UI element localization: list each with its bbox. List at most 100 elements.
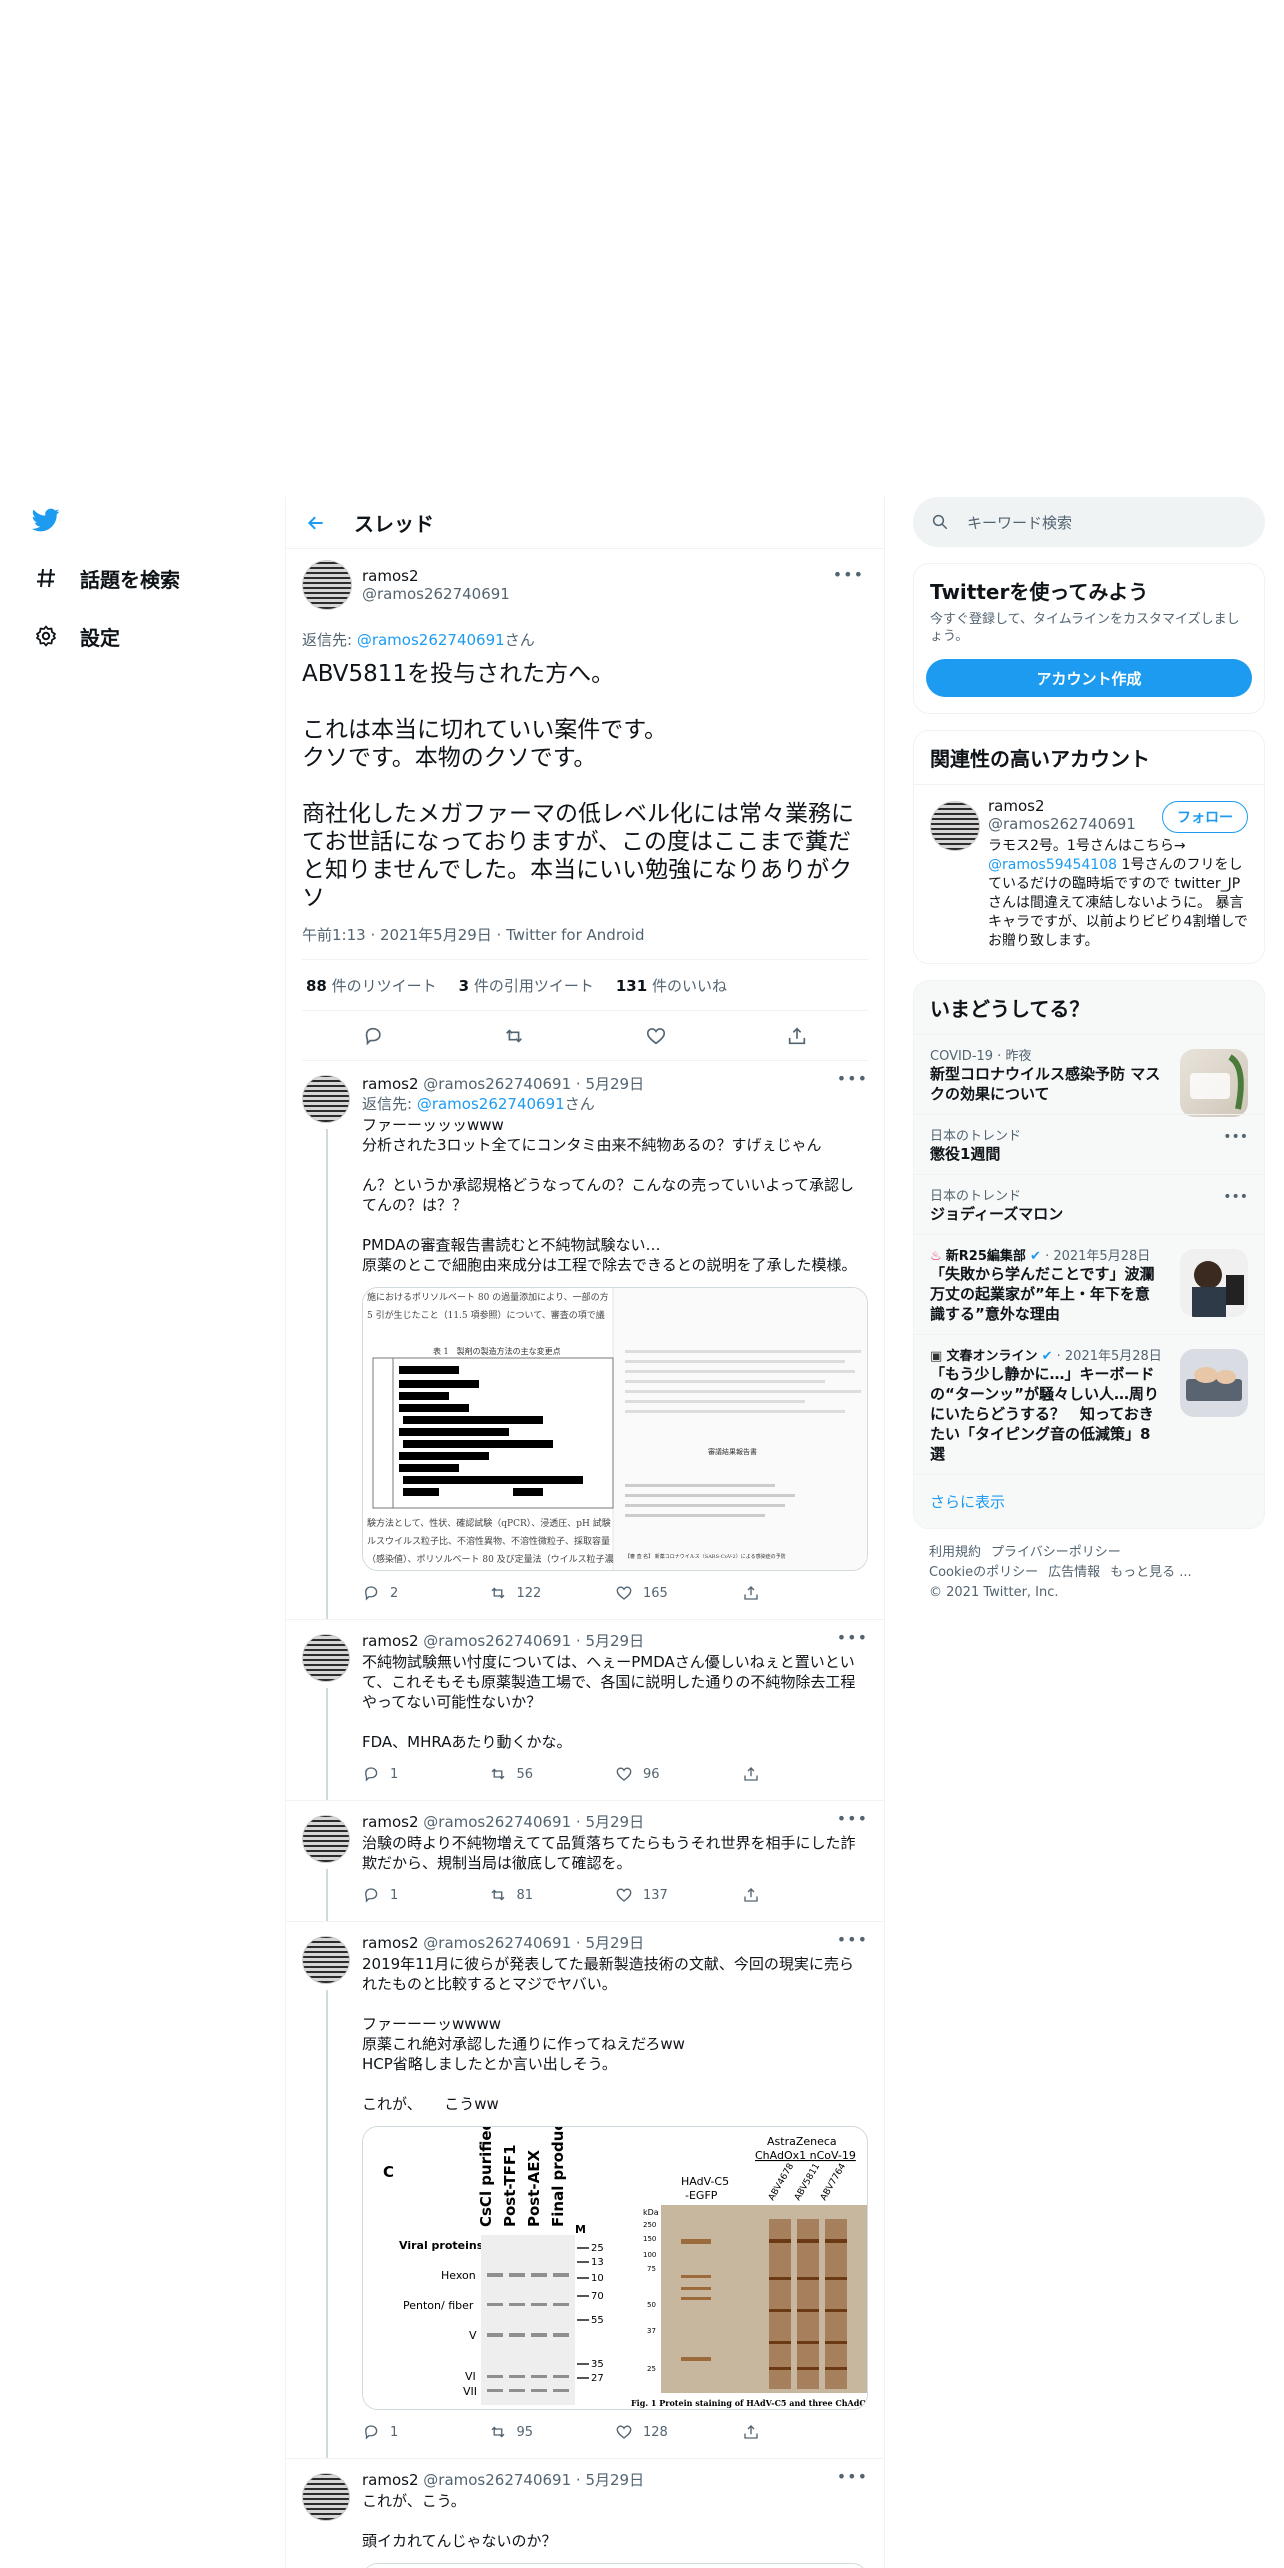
- tweet-actions: 2 122 165: [362, 1575, 868, 1611]
- gel-row-label: VII: [463, 2385, 477, 2398]
- more-options-icon[interactable]: •••: [837, 1930, 868, 1949]
- retweet-button[interactable]: 122: [489, 1584, 616, 1602]
- reply-button[interactable]: 2: [362, 1584, 489, 1602]
- mw-label: M: [575, 2223, 586, 2236]
- news-image: [1192, 1261, 1244, 1317]
- tweet-image[interactable]: [362, 2563, 868, 2568]
- tweet-image-document[interactable]: 施におけるポリソルベート 80 の過量添加により、一部の方 5 引が生じたこと（…: [362, 1287, 868, 1571]
- nav-explore[interactable]: 話題を検索: [34, 558, 180, 598]
- author-name[interactable]: ramos2: [362, 2471, 419, 2489]
- news-date: · 2021年5月28日: [1040, 1249, 1151, 1264]
- bio-mention-link[interactable]: @ramos59454108: [988, 857, 1117, 873]
- quote-count[interactable]: 3 件の引用ツイート: [459, 975, 594, 996]
- nav-settings[interactable]: 設定: [34, 616, 120, 656]
- reply-button[interactable]: 1: [362, 1765, 489, 1783]
- share-icon[interactable]: [786, 1025, 808, 1047]
- like-button[interactable]: 137: [615, 1886, 742, 1904]
- more-options-icon[interactable]: •••: [837, 2467, 868, 2486]
- trend-title: 新型コロナウイルス感染予防 マスクの効果について: [930, 1065, 1161, 1103]
- related-account[interactable]: ramos2 @ramos262740691 フォロー ラモス2号。1号さんはこ…: [914, 785, 1264, 963]
- verified-icon: ✔: [1030, 1249, 1041, 1264]
- follow-button[interactable]: フォロー: [1162, 801, 1248, 833]
- reply-button[interactable]: 1: [362, 2423, 489, 2441]
- doc-right-title: 審議結果報告書: [708, 1447, 757, 1456]
- avatar[interactable]: [302, 1634, 350, 1682]
- news-thumbnail: [1180, 1349, 1248, 1417]
- tweet-meta[interactable]: @ramos262740691 · 5月29日: [419, 1075, 644, 1093]
- tweet-meta[interactable]: @ramos262740691 · 5月29日: [419, 1813, 644, 1831]
- reply-tweet[interactable]: ••• ramos2 @ramos262740691 · 5月29日 2019年…: [286, 1922, 884, 2459]
- trend-image: [1190, 1054, 1244, 1110]
- like-icon[interactable]: [645, 1025, 667, 1047]
- share-button[interactable]: [742, 1886, 869, 1904]
- author-name[interactable]: ramos2: [362, 1934, 419, 1952]
- reply-tweet[interactable]: ••• ramos2 @ramos262740691 · 5月29日 これが、こ…: [286, 2459, 884, 2568]
- trend-item[interactable]: 日本のトレンド 懲役1週間 •••: [914, 1114, 1264, 1174]
- avatar[interactable]: [930, 801, 980, 851]
- tweet-timestamp[interactable]: 午前1:13 · 2021年5月29日 · Twitter for Androi…: [302, 924, 868, 945]
- share-button[interactable]: [742, 1584, 869, 1602]
- tweet-meta[interactable]: @ramos262740691 · 5月29日: [419, 1934, 644, 1952]
- bio-text: ラモス2号。1号さんはこちら→: [988, 838, 1186, 854]
- retweet-icon[interactable]: [503, 1025, 525, 1047]
- trend-item[interactable]: COVID-19 · 昨夜 新型コロナウイルス感染予防 マスクの効果について: [914, 1034, 1264, 1117]
- footer-link[interactable]: 利用規約: [929, 1545, 981, 1560]
- nav-settings-label: 設定: [80, 625, 120, 650]
- retweet-button[interactable]: 95: [489, 2423, 616, 2441]
- avatar[interactable]: [302, 560, 352, 610]
- like-count[interactable]: 131 件のいいね: [616, 975, 727, 996]
- like-button[interactable]: 128: [615, 2423, 742, 2441]
- retweet-button[interactable]: 81: [489, 1886, 616, 1904]
- like-button[interactable]: 96: [615, 1765, 742, 1783]
- retweet-button[interactable]: 56: [489, 1765, 616, 1783]
- kda-mark: 37: [647, 2327, 656, 2335]
- like-count: 165: [643, 1585, 668, 1601]
- search-input[interactable]: キーワード検索: [967, 512, 1072, 533]
- reply-tweet[interactable]: ••• ramos2 @ramos262740691 · 5月29日 治験の時よ…: [286, 1801, 884, 1922]
- tweet-image-gel[interactable]: C CsCl purified Post-TFF1 Post-AEX Final…: [362, 2126, 868, 2410]
- author-name[interactable]: ramos2: [362, 1632, 419, 1650]
- more-options-icon[interactable]: •••: [1223, 1189, 1248, 1205]
- avatar[interactable]: [302, 2473, 350, 2521]
- show-more-link[interactable]: さらに表示: [914, 1474, 1264, 1528]
- more-options-icon[interactable]: •••: [833, 565, 864, 584]
- back-arrow-icon[interactable]: [306, 513, 326, 533]
- doc-text-line: 験方法として、性状、確認試験（qPCR）、浸透圧、pH 試験: [367, 1517, 611, 1529]
- more-options-icon[interactable]: •••: [837, 1069, 868, 1088]
- reply-to: 返信先: @ramos262740691さん: [302, 629, 868, 650]
- avatar[interactable]: [302, 1075, 350, 1123]
- like-button[interactable]: 165: [615, 1584, 742, 1602]
- footer-link[interactable]: 広告情報: [1048, 1565, 1100, 1580]
- avatar[interactable]: [302, 1936, 350, 1984]
- more-options-icon[interactable]: •••: [837, 1809, 868, 1828]
- share-button[interactable]: [742, 1765, 869, 1783]
- reply-icon[interactable]: [362, 1025, 384, 1047]
- reply-button[interactable]: 1: [362, 1886, 489, 1904]
- avatar[interactable]: [302, 1815, 350, 1863]
- author-name[interactable]: ramos2: [362, 1075, 419, 1093]
- tweet-meta[interactable]: @ramos262740691 · 5月29日: [419, 2471, 644, 2489]
- footer-link[interactable]: プライバシーポリシー: [991, 1545, 1121, 1560]
- mw-mark: 35: [591, 2359, 604, 2370]
- create-account-button[interactable]: アカウント作成: [926, 659, 1252, 697]
- like-icon: [616, 1888, 632, 1902]
- trend-item[interactable]: 日本のトレンド ジョディーズマロン •••: [914, 1174, 1264, 1234]
- news-item[interactable]: ▣ 文春オンライン ✔ · 2021年5月28日 「もう少し静かに…」キーボード…: [914, 1334, 1264, 1474]
- reply-tweet[interactable]: ••• ramos2 @ramos262740691 · 5月29日 返信先: …: [286, 1061, 884, 1620]
- twitter-logo-icon[interactable]: [30, 506, 62, 534]
- footer-link[interactable]: Cookieのポリシー: [929, 1565, 1038, 1580]
- author-name[interactable]: ramos2: [362, 1813, 419, 1831]
- footer-link[interactable]: もっと見る ...: [1110, 1565, 1192, 1580]
- author-name[interactable]: ramos2: [362, 567, 510, 585]
- search-box[interactable]: キーワード検索: [913, 497, 1265, 547]
- reply-to-handle[interactable]: @ramos262740691: [357, 631, 505, 649]
- retweet-count[interactable]: 88 件のリツイート: [306, 975, 437, 996]
- more-options-icon[interactable]: •••: [837, 1628, 868, 1647]
- share-button[interactable]: [742, 2423, 869, 2441]
- more-options-icon[interactable]: •••: [1223, 1129, 1248, 1145]
- reply-tweet[interactable]: ••• ramos2 @ramos262740691 · 5月29日 不純物試験…: [286, 1620, 884, 1801]
- reply-to-handle[interactable]: @ramos262740691: [417, 1095, 565, 1113]
- author-handle[interactable]: @ramos262740691: [362, 585, 510, 603]
- tweet-meta[interactable]: @ramos262740691 · 5月29日: [419, 1632, 644, 1650]
- news-item[interactable]: ♨ 新R25編集部 ✔ · 2021年5月28日 「失敗から学んだことです」波瀾…: [914, 1234, 1264, 1334]
